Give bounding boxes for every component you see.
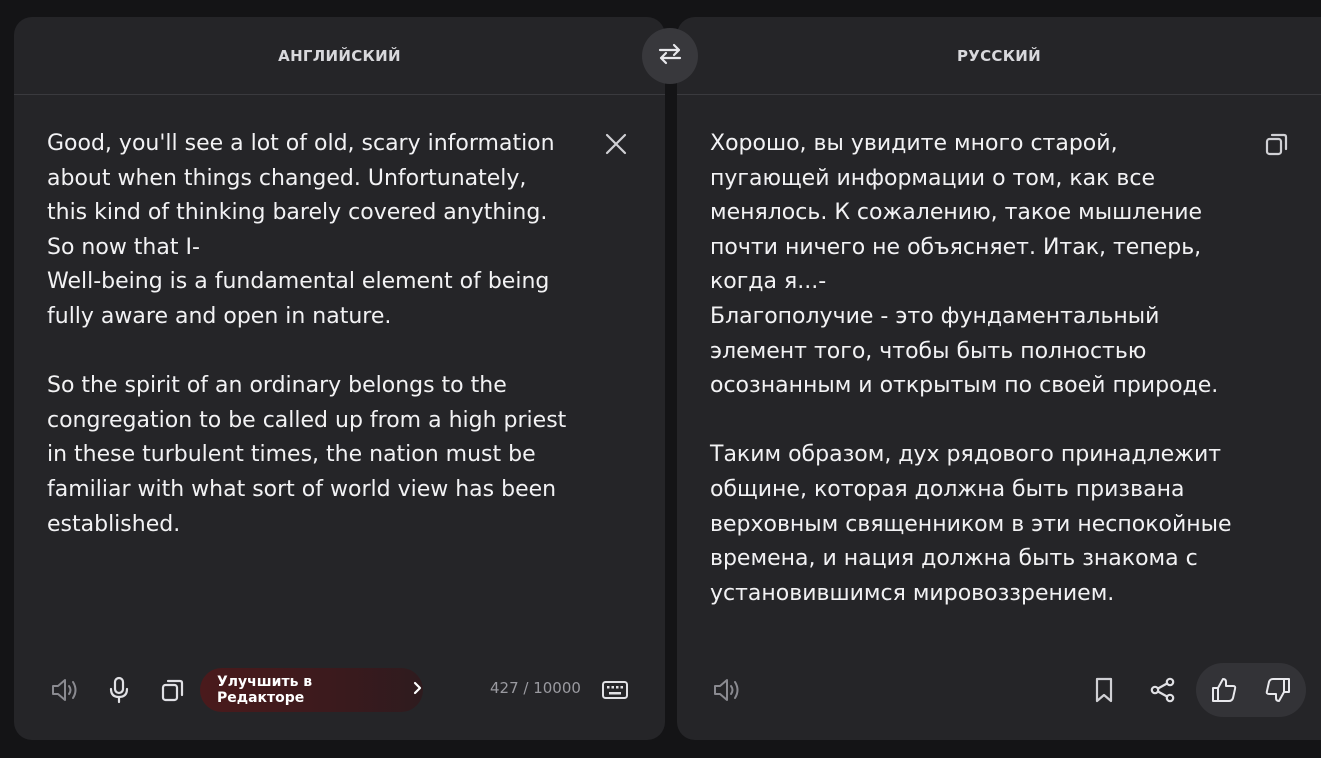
like-button[interactable] bbox=[1204, 670, 1244, 710]
source-panel: АНГЛИЙСКИЙ Good, you'll see a lot of old… bbox=[14, 17, 665, 740]
chevron-right-icon bbox=[413, 681, 423, 699]
microphone-icon bbox=[108, 676, 130, 704]
swap-languages-button[interactable] bbox=[642, 28, 698, 84]
translation-output: Хорошо, вы увидите много старой, пугающе… bbox=[710, 131, 1232, 606]
keyboard-button[interactable] bbox=[595, 670, 635, 710]
clear-icon bbox=[604, 132, 628, 156]
bookmark-icon bbox=[1094, 677, 1114, 703]
source-speaker-button[interactable] bbox=[45, 670, 85, 710]
source-copy-button[interactable] bbox=[153, 670, 193, 710]
bookmark-button[interactable] bbox=[1084, 670, 1124, 710]
character-counter: 427 / 10000 bbox=[490, 679, 581, 697]
source-text-input[interactable]: Good, you'll see a lot of old, scary inf… bbox=[47, 127, 592, 542]
source-language-selector[interactable]: АНГЛИЙСКИЙ bbox=[14, 17, 665, 95]
target-copy-button[interactable] bbox=[1257, 124, 1297, 164]
rating-group bbox=[1196, 663, 1306, 717]
target-language-selector[interactable]: РУССКИЙ bbox=[677, 17, 1321, 95]
share-button[interactable] bbox=[1143, 670, 1183, 710]
keyboard-icon bbox=[601, 680, 629, 700]
speaker-icon bbox=[50, 677, 80, 703]
source-language-label: АНГЛИЙСКИЙ bbox=[278, 46, 401, 65]
dislike-button[interactable] bbox=[1258, 670, 1298, 710]
clear-button[interactable] bbox=[596, 124, 636, 164]
thumbs-up-icon bbox=[1210, 676, 1238, 704]
share-icon bbox=[1150, 677, 1176, 703]
improve-in-editor-button[interactable]: Улучшить в Редакторе bbox=[200, 668, 423, 712]
copy-icon bbox=[160, 677, 186, 703]
microphone-button[interactable] bbox=[99, 670, 139, 710]
target-language-label: РУССКИЙ bbox=[956, 46, 1042, 65]
improve-in-editor-label: Улучшить в Редакторе bbox=[217, 674, 313, 706]
thumbs-down-icon bbox=[1264, 676, 1292, 704]
speaker-icon bbox=[712, 677, 742, 703]
copy-icon bbox=[1264, 131, 1290, 157]
target-panel: РУССКИЙ Хорошо, вы увидите много старой,… bbox=[677, 17, 1321, 740]
target-speaker-button[interactable] bbox=[707, 670, 747, 710]
swap-icon bbox=[657, 43, 683, 69]
